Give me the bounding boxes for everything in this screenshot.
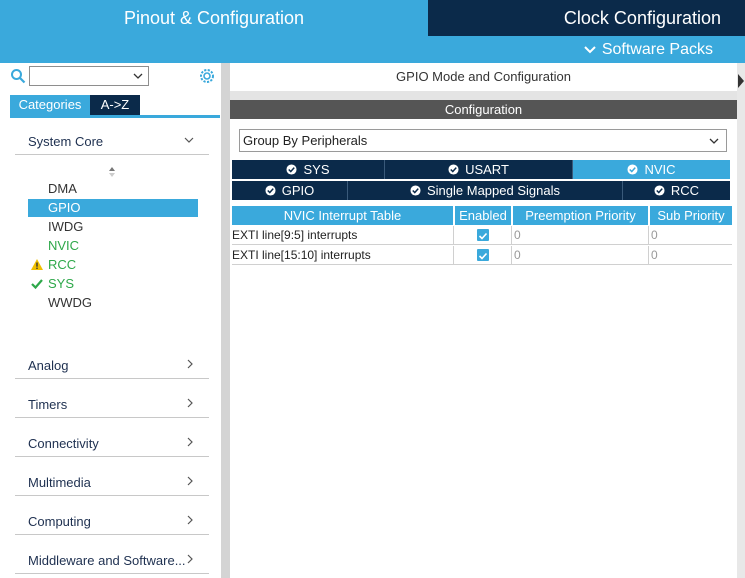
sub-priority-cell[interactable]: 0 <box>649 246 732 265</box>
tab-label: SYS <box>303 162 330 177</box>
column-header-preemption[interactable]: Preemption Priority <box>513 206 648 225</box>
sidebar-item-label: GPIO <box>48 200 81 215</box>
sidebar-item-gpio[interactable]: GPIO <box>28 199 198 217</box>
tab-underline <box>10 115 220 118</box>
tab-label: NVIC <box>644 162 676 177</box>
check-circle-icon <box>410 185 421 196</box>
peripheral-tabs-row-1: SYS USART NVIC <box>232 160 730 179</box>
tab-sys[interactable]: SYS <box>232 160 385 179</box>
enabled-checkbox[interactable] <box>477 229 489 241</box>
tab-rcc[interactable]: RCC <box>623 181 730 200</box>
checkmark-icon <box>478 252 488 260</box>
check-circle-icon <box>448 164 459 175</box>
group-by-select[interactable]: Group By Peripherals <box>239 129 727 152</box>
category-middleware[interactable]: Middleware and Software... <box>15 547 209 574</box>
tab-usart[interactable]: USART <box>385 160 573 179</box>
sidebar-item-rcc[interactable]: RCC <box>28 256 198 274</box>
sidebar-item-iwdg[interactable]: IWDG <box>28 218 198 236</box>
sidebar-item-wwdg[interactable]: WWDG <box>28 294 198 312</box>
checkmark-icon <box>31 279 43 290</box>
enabled-cell <box>454 246 512 265</box>
check-circle-icon <box>654 185 665 196</box>
preemption-priority-cell[interactable]: 0 <box>512 226 649 245</box>
interrupt-name-cell: EXTI line[9:5] interrupts <box>232 226 454 245</box>
configuration-title: Configuration <box>230 100 737 119</box>
scrollbar[interactable] <box>737 63 745 578</box>
category-system-core[interactable]: System Core <box>15 128 209 155</box>
check-circle-icon <box>265 185 276 196</box>
tab-label: USART <box>465 162 509 177</box>
software-packs-label: Software Packs <box>601 41 713 58</box>
column-header-interrupt[interactable]: NVIC Interrupt Table <box>232 206 453 225</box>
search-combobox[interactable] <box>29 66 149 86</box>
divider <box>230 91 737 100</box>
tab-label: Single Mapped Signals <box>427 183 560 198</box>
tab-nvic[interactable]: NVIC <box>573 160 730 179</box>
sort-icon[interactable] <box>106 165 118 179</box>
chevron-down-icon[interactable] <box>132 70 144 82</box>
sidebar-item-label: NVIC <box>48 238 80 253</box>
check-circle-icon <box>627 164 639 175</box>
tab-label: RCC <box>670 183 700 198</box>
checkmark-icon <box>478 232 488 240</box>
software-packs-menu[interactable]: Software Packs <box>582 36 713 63</box>
chevron-right-icon <box>187 515 193 525</box>
tab-gpio[interactable]: GPIO <box>232 181 348 200</box>
category-label: System Core <box>28 134 104 149</box>
category-label: Timers <box>28 397 68 412</box>
mode-panel-title: GPIO Mode and Configuration <box>230 63 737 92</box>
chevron-right-icon <box>187 437 193 447</box>
category-connectivity[interactable]: Connectivity <box>15 430 209 457</box>
sidebar-item-label: SYS <box>48 276 75 291</box>
sidebar-item-label: DMA <box>48 181 77 196</box>
category-analog[interactable]: Analog <box>15 352 209 379</box>
tab-pinout-configuration[interactable]: Pinout & Configuration <box>0 0 428 36</box>
tab-a-z[interactable]: A->Z <box>90 95 140 115</box>
search-icon[interactable] <box>10 68 26 84</box>
chevron-right-icon <box>187 359 193 369</box>
chevron-right-icon <box>187 476 193 486</box>
chevron-right-icon <box>187 398 193 408</box>
sidebar-splitter[interactable] <box>221 63 230 578</box>
tab-label: GPIO <box>281 183 315 198</box>
category-label: Connectivity <box>28 436 99 451</box>
tab-categories[interactable]: Categories <box>10 95 90 115</box>
sidebar-item-label: RCC <box>48 257 77 272</box>
sidebar-item-label: WWDG <box>48 295 93 310</box>
category-computing[interactable]: Computing <box>15 508 209 535</box>
chevron-down-icon <box>709 138 719 144</box>
category-label: Multimedia <box>28 475 91 490</box>
sidebar-item-sys[interactable]: SYS <box>28 275 198 293</box>
chevron-down-icon <box>584 46 596 54</box>
warning-icon <box>31 259 43 270</box>
sub-priority-cell[interactable]: 0 <box>649 226 732 245</box>
tab-single-mapped-signals[interactable]: Single Mapped Signals <box>348 181 623 200</box>
category-timers[interactable]: Timers <box>15 391 209 418</box>
sidebar-item-nvic[interactable]: NVIC <box>28 237 198 255</box>
category-label: Analog <box>28 358 69 373</box>
enabled-checkbox[interactable] <box>477 249 489 261</box>
gear-icon[interactable] <box>198 67 216 85</box>
category-label: Computing <box>28 514 91 529</box>
column-header-enabled[interactable]: Enabled <box>455 206 511 225</box>
collapse-arrow-icon[interactable] <box>737 66 745 96</box>
column-header-sub-priority[interactable]: Sub Priority <box>650 206 732 225</box>
sidebar-item-dma[interactable]: DMA <box>28 180 198 198</box>
enabled-cell <box>454 226 512 245</box>
check-circle-icon <box>286 164 298 175</box>
sidebar-item-label: IWDG <box>48 219 84 234</box>
chevron-down-icon <box>184 137 194 143</box>
preemption-priority-cell[interactable]: 0 <box>512 246 649 265</box>
tab-clock-configuration[interactable]: Clock Configuration <box>428 0 721 36</box>
peripheral-tabs-row-2: GPIO Single Mapped Signals RCC <box>232 181 730 200</box>
interrupt-name-cell: EXTI line[15:10] interrupts <box>232 246 454 265</box>
group-by-value: Group By Peripherals <box>243 133 368 148</box>
category-label: Middleware and Software... <box>28 553 186 568</box>
chevron-right-icon <box>187 554 193 564</box>
category-multimedia[interactable]: Multimedia <box>15 469 209 496</box>
